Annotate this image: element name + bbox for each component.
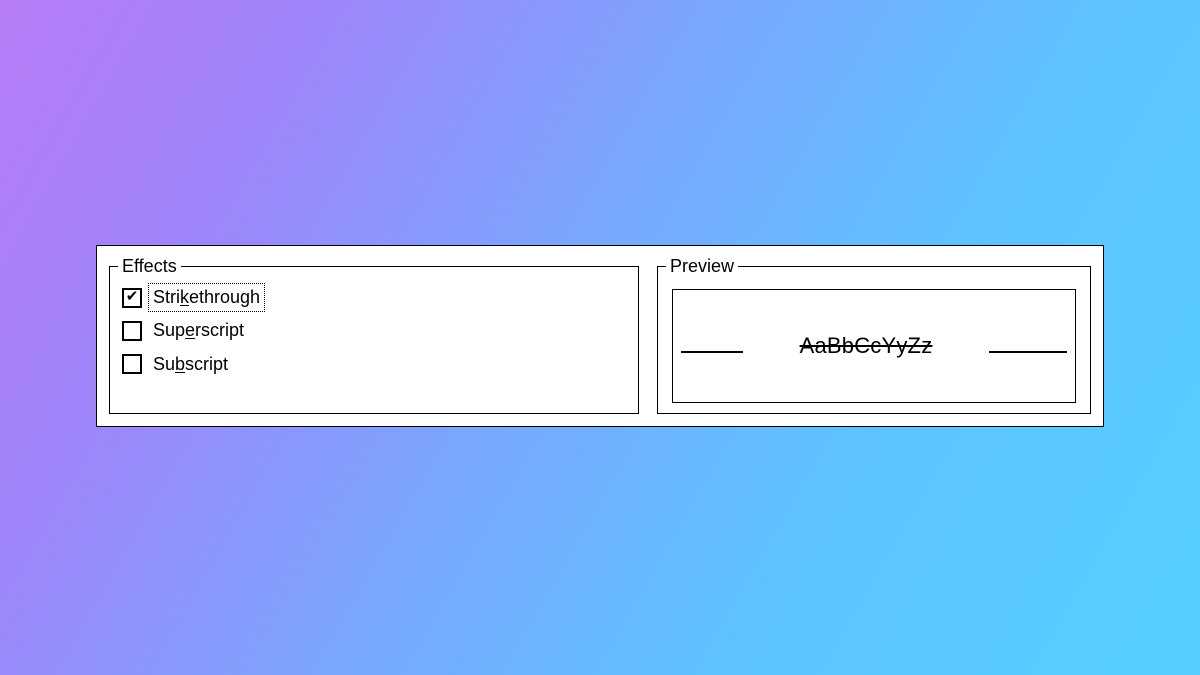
- strikethrough-label[interactable]: Strikethrough: [150, 285, 263, 310]
- preview-baseline-right: [989, 351, 1067, 353]
- strikethrough-checkbox[interactable]: [122, 288, 142, 308]
- effects-group: Effects Strikethrough Superscript Subscr…: [109, 256, 639, 414]
- superscript-option[interactable]: Superscript: [122, 318, 626, 343]
- preview-group: Preview AaBbCcYyZz: [657, 256, 1091, 414]
- superscript-checkbox[interactable]: [122, 321, 142, 341]
- preview-box: AaBbCcYyZz: [672, 289, 1076, 403]
- subscript-label[interactable]: Subscript: [150, 352, 231, 377]
- subscript-checkbox[interactable]: [122, 354, 142, 374]
- font-effects-panel: Effects Strikethrough Superscript Subscr…: [96, 245, 1104, 427]
- preview-legend: Preview: [666, 256, 738, 277]
- subscript-option[interactable]: Subscript: [122, 352, 626, 377]
- effects-legend: Effects: [118, 256, 181, 277]
- gradient-backdrop: Effects Strikethrough Superscript Subscr…: [0, 0, 1200, 675]
- superscript-label[interactable]: Superscript: [150, 318, 247, 343]
- strikethrough-option[interactable]: Strikethrough: [122, 285, 626, 310]
- preview-sample-text: AaBbCcYyZz: [743, 333, 989, 359]
- preview-baseline-left: [681, 351, 743, 353]
